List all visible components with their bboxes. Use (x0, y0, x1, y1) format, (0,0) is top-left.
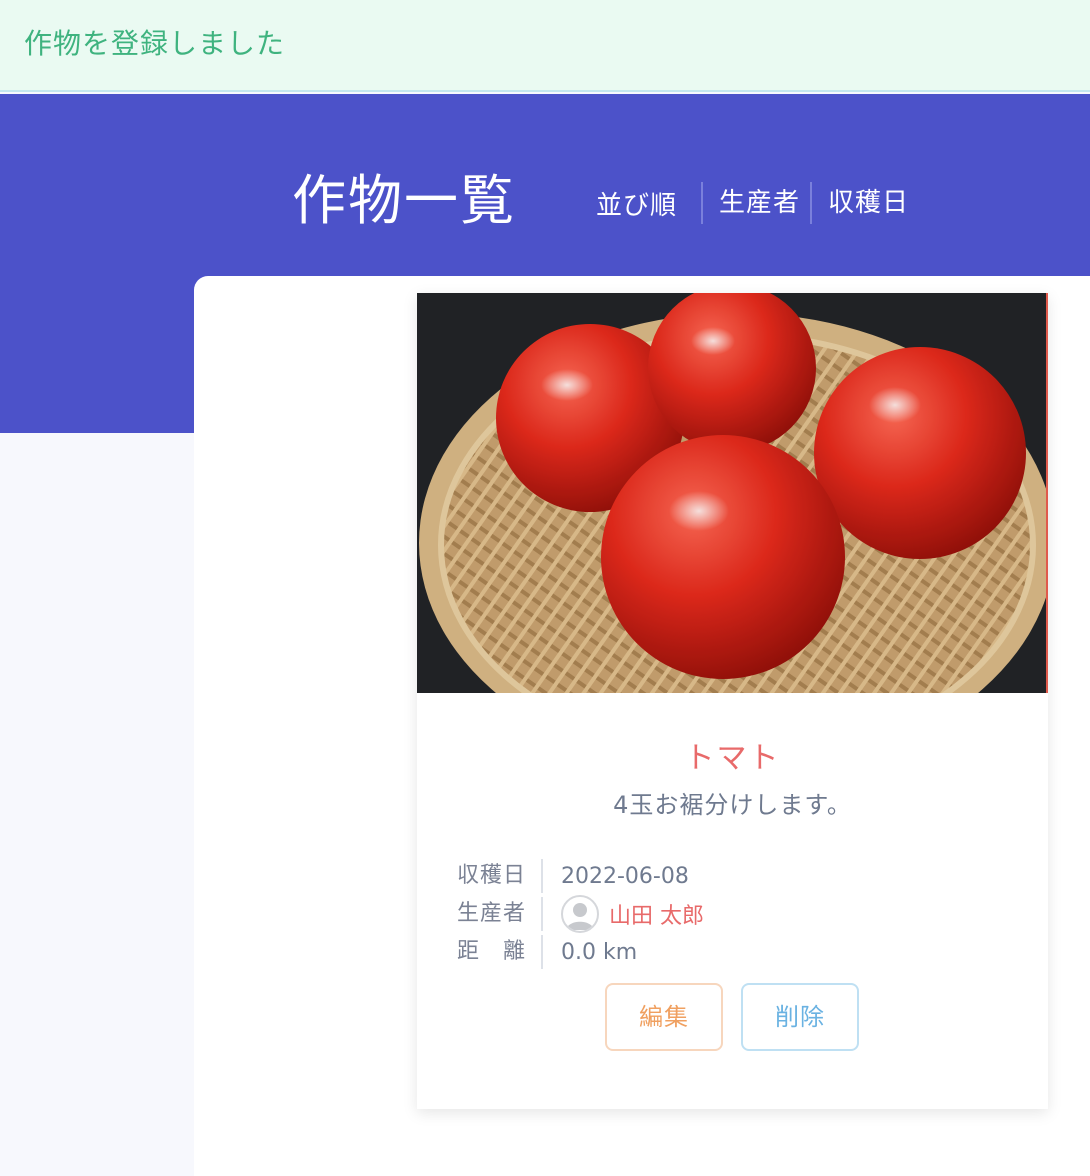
sort-by-harvest-date[interactable]: 収穫日 (810, 182, 919, 224)
flash-message: 作物を登録しました (24, 27, 286, 60)
detail-label: 生産者 (457, 897, 543, 931)
delete-button[interactable]: 削除 (741, 983, 859, 1051)
flash-message-bar: 作物を登録しました (0, 0, 1090, 92)
detail-value: 0.0 km (561, 939, 638, 965)
crop-description: 4玉お裾分けします。 (613, 791, 852, 819)
detail-value: 山田 太郎 (543, 895, 704, 933)
detail-producer: 生産者 山田 太郎 (457, 895, 704, 933)
crop-details: 収穫日 2022-06-08 生産者 山田 太郎 距 離 0.0 km (457, 857, 704, 971)
sort-label: 並び順 (596, 190, 678, 221)
sort-nav: 並び順 生産者 収穫日 (596, 182, 919, 224)
detail-label: 距 離 (457, 935, 543, 969)
crop-photo (417, 293, 1048, 693)
avatar (561, 895, 599, 933)
sort-by-producer[interactable]: 生産者 (701, 182, 810, 224)
user-icon (566, 903, 594, 930)
crop-name[interactable]: トマト (417, 733, 1048, 777)
producer-link[interactable]: 山田 太郎 (609, 898, 704, 930)
page-title: 作物一覧 (292, 169, 516, 232)
detail-harvest-date: 収穫日 2022-06-08 (457, 857, 704, 895)
detail-distance: 距 離 0.0 km (457, 933, 704, 971)
detail-value: 2022-06-08 (561, 863, 689, 889)
crop-card: トマト 4玉お裾分けします。 収穫日 2022-06-08 生産者 山田 太郎 … (417, 293, 1048, 1109)
edit-button[interactable]: 編集 (605, 983, 723, 1051)
tomato-photo-illustration (417, 293, 1046, 693)
detail-label: 収穫日 (457, 859, 543, 893)
